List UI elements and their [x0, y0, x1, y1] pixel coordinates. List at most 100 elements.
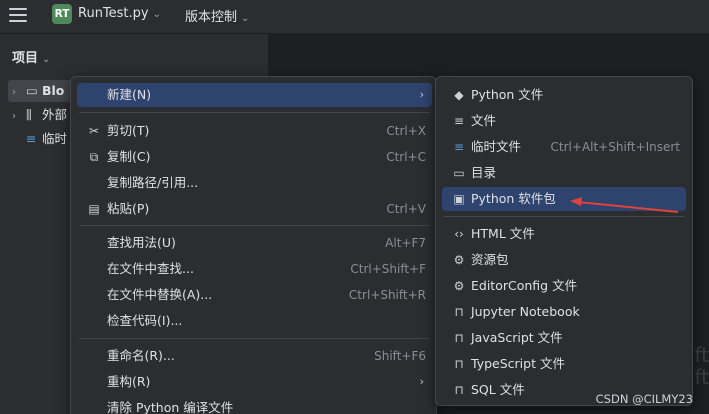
menu-item-label: 资源包: [471, 252, 509, 267]
shortcut-label: Alt+F7: [385, 236, 426, 250]
chevron-right-icon[interactable]: ›: [12, 106, 26, 128]
tree-item-external-libraries[interactable]: › ⫼ 外部: [12, 104, 67, 126]
scratch-file-icon: ≡: [453, 140, 465, 154]
menu-item-copy-path[interactable]: 复制路径/引用...: [77, 171, 432, 195]
submenu-item-scratch-file[interactable]: ≡ 临时文件 Ctrl+Alt+Shift+Insert: [442, 135, 686, 159]
shortcut-label: Ctrl+C: [386, 150, 426, 164]
menu-item-label: 重命名(R)...: [107, 348, 175, 363]
submenu-item-directory[interactable]: ▭ 目录: [442, 161, 686, 185]
menu-item-label: TypeScript 文件: [471, 356, 565, 371]
menu-item-cut[interactable]: ✂ 剪切(T) Ctrl+X: [77, 119, 432, 143]
submenu-item-python-file[interactable]: ◆ Python 文件: [442, 83, 686, 107]
chevron-down-icon: ⌄: [241, 13, 250, 24]
copy-icon: ⧉: [89, 150, 99, 164]
menu-item-label: 查找用法(U): [107, 235, 176, 250]
menu-item-copy[interactable]: ⧉ 复制(C) Ctrl+C: [77, 145, 432, 169]
submenu-item-jupyter-notebook[interactable]: ⊓ Jupyter Notebook: [442, 300, 686, 324]
menu-item-label: 新建(N): [107, 87, 152, 102]
menu-item-clean-python-compiled[interactable]: 清除 Python 编译文件: [77, 396, 432, 414]
resource-bundle-icon: ⚙: [453, 253, 465, 267]
menu-item-find-in-files[interactable]: 在文件中查找... Ctrl+Shift+F: [77, 257, 432, 281]
submenu-item-html-file[interactable]: ‹› HTML 文件: [442, 222, 686, 246]
menu-item-label: 粘贴(P): [107, 201, 150, 216]
menu-item-label: JavaScript 文件: [471, 330, 563, 345]
menu-item-label: EditorConfig 文件: [471, 278, 578, 293]
shortcut-label: Ctrl+Shift+F: [350, 262, 426, 276]
menu-item-label: 临时文件: [471, 139, 522, 154]
submenu-item-typescript-file[interactable]: ⊓ TypeScript 文件: [442, 352, 686, 376]
menu-separator: [79, 225, 430, 226]
vcs-label: 版本控制: [185, 10, 238, 25]
watermark: CSDN @CILMY23: [595, 392, 693, 406]
library-icon: ⫼: [26, 107, 32, 122]
paste-icon: ▤: [88, 202, 100, 216]
menu-item-find-usages[interactable]: 查找用法(U) Alt+F7: [77, 231, 432, 255]
menu-item-label: SQL 文件: [471, 382, 525, 397]
submenu-item-python-package[interactable]: ▣ Python 软件包: [442, 187, 686, 211]
chevron-right-icon: ›: [419, 375, 424, 388]
menu-separator: [444, 216, 684, 217]
menu-item-label: 在文件中替换(A)...: [107, 287, 213, 302]
folder-icon: ▭: [453, 166, 465, 180]
scratch-icon: ≡: [26, 131, 37, 146]
editorconfig-icon: ⚙: [453, 279, 465, 293]
sidebar-title: 项目: [12, 51, 39, 66]
menu-separator: [79, 338, 430, 339]
menu-item-label: Python 软件包: [471, 191, 556, 206]
scissors-icon: ✂: [88, 124, 100, 138]
shortcut-label: Shift+F6: [374, 349, 426, 363]
new-submenu: ◆ Python 文件 ≡ 文件 ≡ 临时文件 Ctrl+Alt+Shift+I…: [435, 76, 693, 406]
menu-item-label: 复制(C): [107, 149, 151, 164]
menu-item-label: 检查代码(I)...: [107, 313, 183, 328]
vcs-widget[interactable]: 版本控制 ⌄: [185, 6, 249, 25]
chevron-right-icon[interactable]: ›: [12, 82, 26, 104]
chevron-down-icon: ⌄: [42, 54, 51, 65]
shortcut-label: Ctrl+V: [386, 202, 426, 216]
menu-item-label: Jupyter Notebook: [471, 304, 580, 319]
title-bar: RT RunTest.py ⌄ 版本控制 ⌄: [0, 0, 709, 34]
menu-item-label: 清除 Python 编译文件: [107, 400, 234, 414]
lock-icon: ⊓: [454, 305, 464, 319]
menu-item-label: 在文件中查找...: [107, 261, 194, 276]
submenu-item-resource-bundle[interactable]: ⚙ 资源包: [442, 248, 686, 272]
folder-icon: ▭: [26, 83, 38, 98]
menu-item-refactor[interactable]: 重构(R) ›: [77, 370, 432, 394]
menu-item-label: 目录: [471, 165, 497, 180]
tree-item-project-root[interactable]: › ▭ Blo: [8, 80, 78, 102]
project-switcher[interactable]: RunTest.py ⌄: [78, 6, 161, 21]
tree-item-label: 外部: [42, 107, 68, 122]
python-icon: ◆: [454, 88, 464, 102]
menu-item-rename[interactable]: 重命名(R)... Shift+F6: [77, 344, 432, 368]
menu-item-new[interactable]: 新建(N) ›: [77, 83, 432, 107]
submenu-item-javascript-file[interactable]: ⊓ JavaScript 文件: [442, 326, 686, 350]
submenu-item-file[interactable]: ≡ 文件: [442, 109, 686, 133]
html-icon: ‹›: [454, 227, 464, 241]
tree-item-scratches[interactable]: ≡ 临时: [12, 128, 67, 150]
lock-icon: ⊓: [454, 383, 464, 397]
menu-item-label: 复制路径/引用...: [107, 175, 199, 190]
tree-item-label: 临时: [42, 131, 68, 146]
menu-item-label: Python 文件: [471, 87, 544, 102]
python-package-icon: ▣: [453, 192, 465, 206]
project-view-selector[interactable]: 项目 ⌄: [12, 47, 50, 66]
project-context-menu: 新建(N) › ✂ 剪切(T) Ctrl+X ⧉ 复制(C) Ctrl+C 复制…: [70, 76, 437, 414]
shortcut-label: Ctrl+Shift+R: [348, 288, 426, 302]
chevron-right-icon: ›: [419, 88, 424, 101]
main-menu-icon[interactable]: [9, 8, 27, 24]
tree-item-label: Blo: [42, 83, 65, 98]
shortcut-label: Ctrl+X: [386, 124, 426, 138]
project-name: RunTest.py: [78, 6, 149, 21]
project-badge[interactable]: RT: [52, 4, 72, 24]
submenu-item-editorconfig[interactable]: ⚙ EditorConfig 文件: [442, 274, 686, 298]
shortcut-label: Ctrl+Alt+Shift+Insert: [550, 140, 680, 154]
menu-item-label: 剪切(T): [107, 123, 150, 138]
menu-item-paste[interactable]: ▤ 粘贴(P) Ctrl+V: [77, 197, 432, 221]
menu-item-inspect-code[interactable]: 检查代码(I)...: [77, 309, 432, 333]
menu-item-replace-in-files[interactable]: 在文件中替换(A)... Ctrl+Shift+R: [77, 283, 432, 307]
chevron-down-icon: ⌄: [152, 9, 161, 20]
menu-item-label: 文件: [471, 113, 497, 128]
menu-separator: [79, 112, 430, 113]
lock-icon: ⊓: [454, 357, 464, 371]
file-icon: ≡: [453, 114, 465, 128]
menu-item-label: 重构(R): [107, 374, 151, 389]
